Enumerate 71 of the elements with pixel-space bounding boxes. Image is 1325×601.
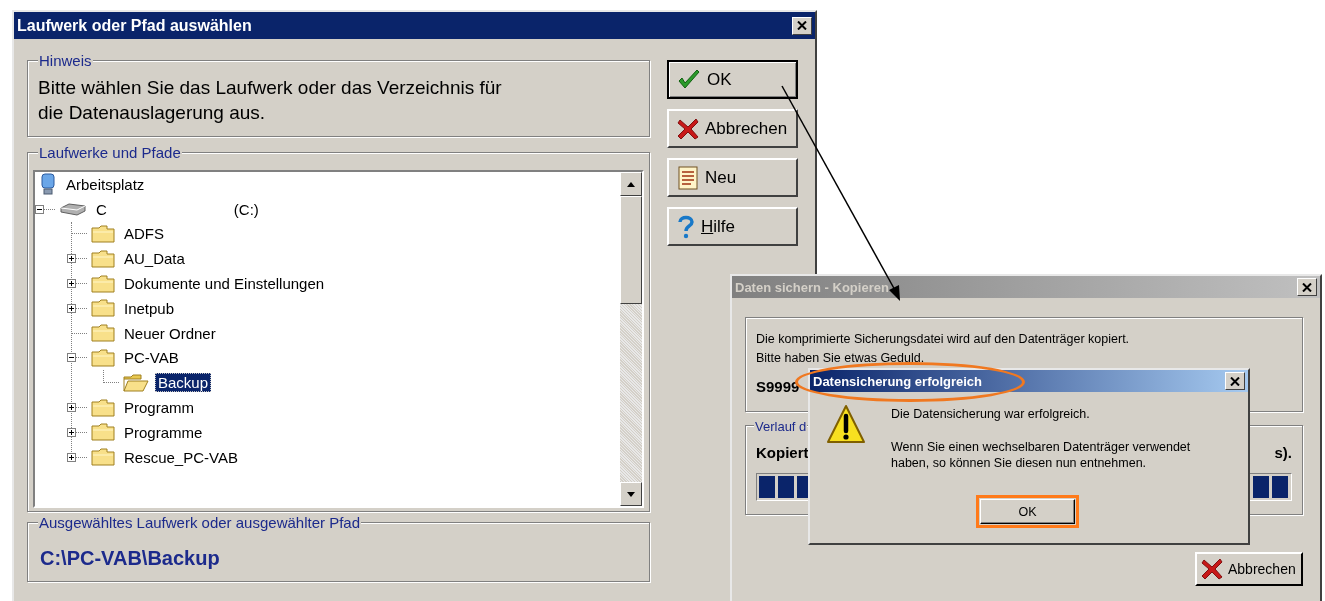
expand-icon[interactable]: [67, 427, 76, 437]
help-button[interactable]: Hilfe: [667, 207, 798, 246]
tree-item[interactable]: Inetpub: [121, 298, 178, 318]
message-text: Die Datensicherung war erfolgreich.: [891, 407, 1091, 421]
cancel-button[interactable]: Abbrechen: [1195, 552, 1303, 586]
tree-item[interactable]: Dokumente und Einstellungen: [121, 274, 328, 294]
folder-icon: [91, 248, 115, 269]
window-title: Daten sichern - Kopieren: [735, 279, 889, 295]
cross-icon: [677, 117, 699, 140]
status-text: Kopiert: [756, 444, 809, 461]
close-button[interactable]: [1297, 278, 1317, 296]
down-arrow-icon: [627, 491, 635, 497]
ok-button[interactable]: OK: [980, 499, 1075, 524]
scrollbar[interactable]: [620, 172, 642, 506]
folder-icon: [91, 224, 115, 244]
scrollbar-thumb[interactable]: [620, 196, 642, 304]
status-text: s).: [1274, 444, 1292, 461]
group-label: Laufwerke und Pfade: [38, 144, 182, 161]
close-icon: [1302, 282, 1312, 292]
tree-item[interactable]: Programme: [121, 422, 206, 442]
drive-icon: [59, 202, 87, 217]
collapse-icon[interactable]: [35, 204, 44, 214]
document-icon: [677, 165, 699, 190]
scroll-down-button[interactable]: [620, 482, 642, 506]
tree-item[interactable]: Rescue_PC-VAB: [121, 447, 241, 467]
up-arrow-icon: [627, 181, 635, 187]
folder-icon: [91, 397, 115, 418]
folder-icon: [91, 347, 115, 368]
folder-icon: [91, 447, 115, 468]
group-label: Hinweis: [38, 52, 93, 69]
folder-icon: [91, 298, 115, 319]
expand-icon[interactable]: [67, 279, 76, 289]
expand-icon[interactable]: [67, 254, 76, 264]
new-button[interactable]: Neu: [667, 158, 798, 197]
message-text: Die komprimierte Sicherungsdatei wird auf den Datenträger kopiert. Bitte haben Sie etwas Geduld.: [756, 331, 1131, 367]
folder-icon: [91, 422, 115, 443]
scroll-up-button[interactable]: [620, 172, 642, 196]
tree-item[interactable]: Programm: [121, 398, 197, 418]
folder-icon: [91, 273, 115, 294]
tree-item[interactable]: Arbeitsplatz: [63, 174, 148, 194]
tree-item[interactable]: ADFS: [121, 224, 167, 244]
hint-text: Bitte wählen Sie das Laufwerk oder das Verzeichnis für die Datenauslagerung aus.: [38, 76, 503, 125]
tree-item[interactable]: AU_Data: [121, 249, 188, 269]
detail-text: Wenn Sie einen wechselbaren Datenträger verwendet haben, so können Sie diesen nun entnehmen.: [891, 439, 1191, 471]
tree-item[interactable]: Backup: [155, 373, 212, 393]
drive-letter: (C:): [233, 200, 259, 218]
cross-icon: [1201, 558, 1223, 580]
expand-icon[interactable]: [67, 403, 76, 413]
selected-path: C:\PC-VAB\Backup: [40, 547, 221, 570]
close-icon: [1230, 376, 1240, 386]
window-title: Laufwerk oder Pfad auswählen: [17, 16, 252, 35]
collapse-icon[interactable]: [67, 353, 76, 363]
close-button[interactable]: [792, 16, 812, 35]
warning-icon: [826, 404, 866, 446]
cancel-button[interactable]: Abbrechen: [667, 109, 798, 148]
close-icon: [797, 21, 807, 30]
file-name: S9999: [756, 378, 800, 395]
window-title: Datensicherung erfolgreich: [813, 373, 983, 389]
help-icon: [677, 214, 695, 239]
expand-icon[interactable]: [67, 303, 76, 313]
tree-item[interactable]: Neuer Ordner: [121, 323, 219, 343]
tree-item[interactable]: PC-VAB: [121, 348, 182, 368]
ok-button[interactable]: OK: [667, 60, 798, 99]
open-folder-icon: [123, 372, 149, 393]
folder-icon: [91, 323, 115, 344]
close-button[interactable]: [1225, 372, 1245, 390]
group-label: Ausgewähltes Laufwerk oder ausgewählter Pfad: [38, 514, 362, 531]
computer-icon: [39, 173, 57, 196]
tree-item[interactable]: C: [93, 199, 110, 219]
check-icon: [677, 68, 701, 91]
expand-icon[interactable]: [67, 452, 76, 462]
